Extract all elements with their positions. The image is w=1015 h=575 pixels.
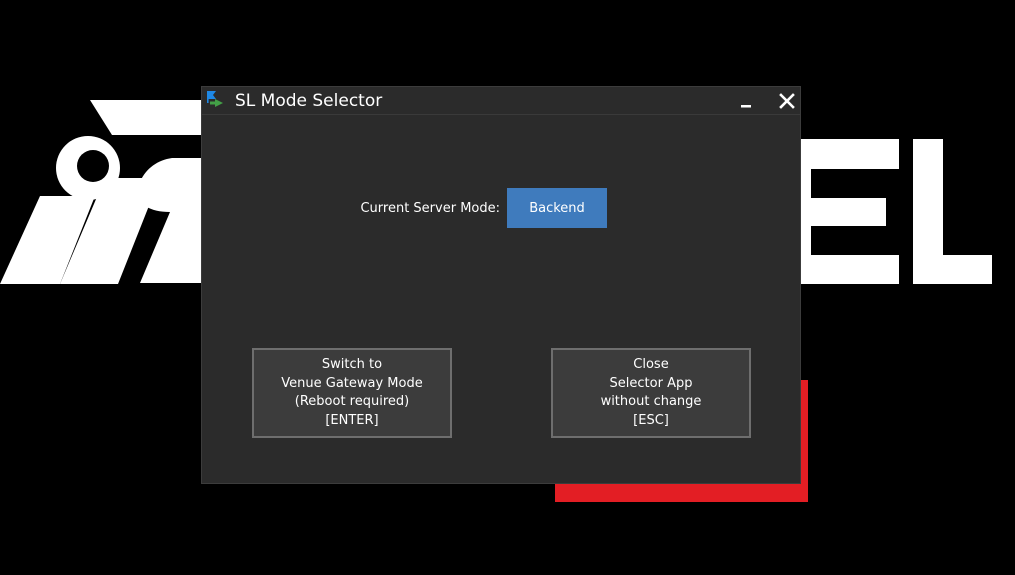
- close-app-button[interactable]: Close Selector App without change [ESC]: [551, 348, 751, 438]
- logo-letter-r: [0, 100, 202, 284]
- current-mode-badge: Backend: [507, 188, 607, 228]
- current-mode-value: Backend: [529, 200, 585, 216]
- switch-button-line: (Reboot required): [294, 394, 410, 409]
- switch-mode-button[interactable]: Switch to Venue Gateway Mode (Reboot req…: [252, 348, 452, 438]
- logo-letters-el: [801, 139, 992, 284]
- close-window-button[interactable]: [773, 87, 801, 115]
- switch-button-line: [ENTER]: [325, 412, 379, 428]
- mode-selector-dialog: SL Mode Selector Current Server Mode: Ba…: [201, 86, 801, 484]
- switch-button-line: Switch to: [321, 357, 383, 372]
- close-button-line: Close: [633, 357, 669, 372]
- close-button-line: Selector App: [609, 375, 693, 391]
- title-bar[interactable]: SL Mode Selector: [202, 87, 800, 115]
- window-title: SL Mode Selector: [235, 91, 383, 111]
- switch-button-line: Venue Gateway Mode: [281, 375, 423, 391]
- close-icon: [779, 93, 795, 109]
- current-mode-label: Current Server Mode:: [360, 201, 500, 216]
- minimize-icon: [741, 105, 751, 108]
- app-flag-arrows-icon: [207, 91, 223, 107]
- minimize-button[interactable]: [733, 87, 761, 115]
- close-button-line: [ESC]: [633, 412, 669, 428]
- desktop-background: SL Mode Selector Current Server Mode: Ba…: [0, 0, 1015, 575]
- logo-dot-hole: [77, 150, 109, 182]
- close-button-line: without change: [600, 394, 702, 409]
